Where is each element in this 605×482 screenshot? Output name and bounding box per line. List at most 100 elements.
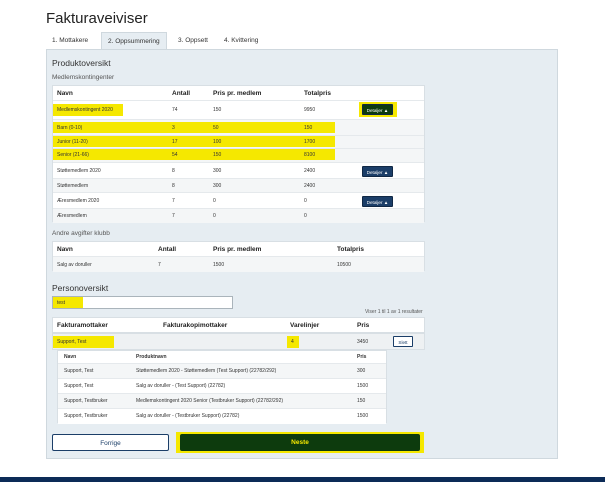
- details-button[interactable]: Detaljer ▲: [362, 196, 393, 207]
- detail-name: Support, Testbruker: [64, 398, 108, 404]
- row-count: 7: [172, 213, 175, 219]
- row-name: Barn (0-10): [57, 125, 83, 131]
- highlight-mark: [53, 122, 335, 133]
- row-price: 1500: [213, 262, 225, 268]
- search-input[interactable]: test: [52, 296, 233, 309]
- table-header: Navn Antall Pris pr. medlem Totalpris: [53, 242, 424, 257]
- details-button[interactable]: Detaljer ▲: [362, 104, 393, 115]
- row-name: Junior (11-20): [57, 139, 88, 145]
- highlight-mark: [53, 149, 335, 160]
- detail-subtable: Navn Produktnavn Pris Support, Test Støt…: [57, 350, 387, 424]
- tab-kvittering[interactable]: 4. Kvittering: [218, 32, 264, 49]
- col-pris: Pris pr. medlem: [213, 90, 262, 97]
- table-header: Navn Produktnavn Pris: [58, 351, 386, 364]
- row-count: 3: [172, 125, 175, 131]
- row-count: 7: [172, 198, 175, 204]
- detail-name: Support, Test: [64, 383, 94, 389]
- prev-button[interactable]: Forrige: [52, 434, 169, 451]
- detail-price: 150: [357, 398, 366, 404]
- col-antall: Antall: [172, 90, 191, 97]
- row-price: 150: [213, 107, 222, 113]
- row-count: 8: [172, 183, 175, 189]
- col-antall: Antall: [158, 246, 177, 253]
- list-item: Support, Test Støttemedlem 2020 - Støtte…: [58, 364, 386, 379]
- detail-product: Medlemskontingent 2020 Senior (Testbruke…: [136, 398, 284, 404]
- col-fakturamottaker: Fakturamottaker: [57, 322, 108, 329]
- row-total: 2400: [304, 168, 316, 174]
- tab-oppsett[interactable]: 3. Oppsett: [172, 32, 214, 49]
- table-row: Støttemedlem 2020 8 300 2400 Detaljer ▲: [53, 163, 424, 179]
- table-row: Støttemedlem 8 300 2400: [53, 179, 424, 193]
- row-total: 150: [304, 125, 313, 131]
- tab-mottakere[interactable]: 1. Mottakere: [46, 32, 94, 49]
- table-row: Junior (11-20) 17 100 1700: [53, 136, 424, 149]
- row-count: 74: [172, 107, 178, 113]
- detail-name: Support, Testbruker: [64, 413, 108, 419]
- row-total: 8100: [304, 152, 316, 158]
- table-row: Salg av doruller 7 1500 10500: [53, 257, 424, 272]
- row-name: Salg av doruller: [57, 262, 92, 268]
- row-price: 150: [213, 152, 222, 158]
- table-row: Senior (21-66) 54 150 8100: [53, 149, 424, 163]
- delete-button[interactable]: Slett: [393, 336, 413, 347]
- row-price: 100: [213, 139, 222, 145]
- list-item: Support, Testbruker Medlemskontingent 20…: [58, 394, 386, 409]
- row-price: 300: [213, 183, 222, 189]
- table-row: Medlemskontingent 2020 74 150 9950 Detal…: [53, 101, 424, 120]
- other-fees-title: Andre avgifter klubb: [52, 230, 110, 237]
- detail-product: Støttemedlem 2020 - Støttemedlem (Test S…: [136, 368, 277, 374]
- list-item: Support, Test Salg av doruller - (Test S…: [58, 379, 386, 394]
- detail-price: 1500: [357, 383, 369, 389]
- table-row: Æresmedlem 2020 7 0 0 Detaljer ▲: [53, 193, 424, 209]
- col-navn: Navn: [64, 354, 77, 360]
- col-navn: Navn: [57, 90, 73, 97]
- row-total: 0: [304, 198, 307, 204]
- row-count: 54: [172, 152, 178, 158]
- col-pris: Pris: [357, 354, 367, 360]
- row-count: 8: [172, 168, 175, 174]
- next-button[interactable]: Neste: [180, 434, 420, 451]
- row-name: Senior (21-66): [57, 152, 89, 158]
- footer-bar: [0, 477, 605, 482]
- product-overview-title: Produktoversikt: [52, 58, 111, 68]
- pagination-info: Viser 1 til 1 av 1 resultater: [365, 309, 423, 315]
- row-total: 9950: [304, 107, 316, 113]
- highlight-mark: [53, 136, 335, 147]
- row-name: Støttemedlem: [57, 183, 89, 189]
- list-item: Support, Testbruker Salg av doruller - (…: [58, 409, 386, 424]
- row-price: 3450: [357, 339, 369, 345]
- detail-product: Salg av doruller - (Test Support) (22782…: [136, 383, 226, 389]
- col-pris: Pris pr. medlem: [213, 246, 262, 253]
- person-table: Fakturamottaker Fakturakopimottaker Vare…: [52, 317, 425, 424]
- search-value: test: [57, 300, 66, 306]
- row-total: 0: [304, 213, 307, 219]
- table-row: Æresmedlem 7 0 0: [53, 209, 424, 223]
- table-row: Barn (0-10) 3 50 150: [53, 120, 424, 136]
- row-name: Medlemskontingent 2020: [57, 107, 113, 113]
- col-produktnavn: Produktnavn: [136, 354, 167, 360]
- page-title: Fakturaveiviser: [46, 10, 148, 27]
- details-button[interactable]: Detaljer ▲: [362, 166, 393, 177]
- detail-product: Salg av doruller - (Testbruker Support) …: [136, 413, 240, 419]
- row-name: Støttemedlem 2020: [57, 168, 101, 174]
- other-fees-table: Navn Antall Pris pr. medlem Totalpris Sa…: [52, 241, 425, 272]
- table-header: Fakturamottaker Fakturakopimottaker Vare…: [52, 317, 425, 333]
- row-recipient: Support, Test: [57, 339, 87, 345]
- row-price: 0: [213, 213, 216, 219]
- detail-price: 300: [357, 368, 366, 374]
- membership-title: Medlemskontingenter: [52, 74, 115, 81]
- detail-name: Support, Test: [64, 368, 94, 374]
- col-fakturakopimottaker: Fakturakopimottaker: [163, 322, 228, 329]
- main-panel: Produktoversikt Medlemskontingenter Navn…: [46, 49, 558, 459]
- row-total: 2400: [304, 183, 316, 189]
- col-totalpris: Totalpris: [337, 246, 364, 253]
- row-price: 300: [213, 168, 222, 174]
- wizard-tabs: 1. Mottakere 2. Oppsummering 3. Oppsett …: [46, 32, 558, 49]
- col-varelinjer: Varelinjer: [290, 322, 320, 329]
- table-row[interactable]: Support, Test 4 3450 Slett: [52, 333, 425, 350]
- tab-oppsummering[interactable]: 2. Oppsummering: [101, 32, 167, 49]
- row-total: 1700: [304, 139, 316, 145]
- detail-price: 1500: [357, 413, 369, 419]
- col-navn: Navn: [57, 246, 73, 253]
- person-overview-title: Personoversikt: [52, 283, 109, 293]
